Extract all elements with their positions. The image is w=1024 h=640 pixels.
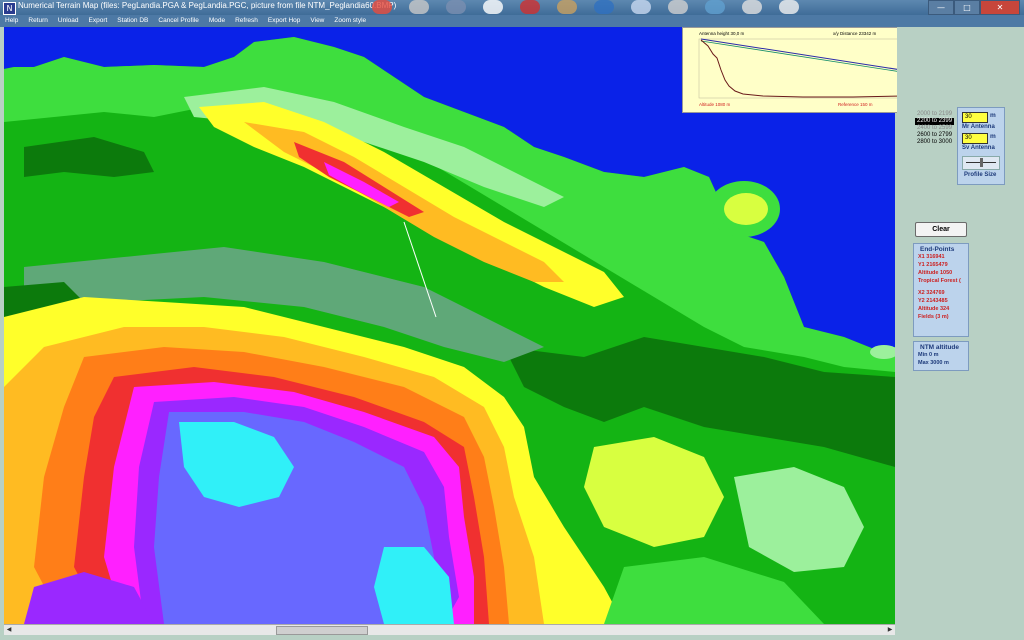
help-icon[interactable]: [779, 0, 799, 14]
maximize-button[interactable]: □: [954, 0, 980, 15]
menu-zoom-style[interactable]: Zoom style: [329, 15, 371, 27]
chrome-icon[interactable]: [372, 0, 392, 14]
x2-value: X2 324769: [918, 290, 945, 296]
altitude1-value: Altitude 1050: [918, 270, 953, 276]
side-panel: 2000 to 2199 2200 to 2399 2400 to 2599 2…: [897, 27, 1024, 640]
taskbar-icons: [372, 0, 799, 15]
slider-thumb[interactable]: [979, 158, 983, 167]
mail-icon[interactable]: [557, 0, 577, 14]
title-bar: N Numerical Terrain Map (files: PegLandi…: [0, 0, 1024, 15]
mr-antenna-unit: m: [990, 112, 996, 119]
end-points-box: End-Points X1 316941 Y1 2165479 Altitude…: [913, 243, 969, 337]
legend-row: 2800 to 3000: [917, 139, 953, 145]
ntm-min: Min 0 m: [918, 352, 939, 358]
landcover1-value: Tropical Forest (: [918, 278, 961, 284]
app-icon: N: [3, 2, 16, 15]
globe-icon[interactable]: [742, 0, 762, 14]
altitude-left-label: Altitude 1080 m: [699, 102, 731, 107]
browser-icon[interactable]: [483, 0, 503, 14]
mr-antenna-label: Mr Antenna: [962, 124, 995, 130]
terrain-map-canvas[interactable]: [4, 27, 895, 624]
x1-value: X1 316941: [918, 254, 945, 260]
menu-export[interactable]: Export: [84, 15, 113, 27]
menu-mode[interactable]: Mode: [204, 15, 230, 27]
ne-island-core: [724, 193, 768, 225]
altitude-legend: 2000 to 2199 2200 to 2399 2400 to 2599 2…: [915, 111, 955, 146]
menu-unload[interactable]: Unload: [53, 15, 84, 27]
ntm-max: Max 3000 m: [918, 360, 949, 366]
scroll-right-icon[interactable]: ▶: [885, 625, 895, 635]
antenna-box: 30 m Mr Antenna 30 m Sv Antenna Profile …: [957, 107, 1005, 185]
disk-icon[interactable]: [409, 0, 429, 14]
reference-label: Reference 150 m: [838, 102, 873, 107]
profile-size-slider[interactable]: [962, 156, 1000, 170]
window-controls: — □ ✕: [928, 0, 1020, 15]
photo-icon[interactable]: [705, 0, 725, 14]
y1-value: Y1 2165479: [918, 262, 948, 268]
settings-icon[interactable]: [668, 0, 688, 14]
profile-size-label: Profile Size: [964, 172, 997, 178]
legend-row: 2000 to 2199: [917, 111, 953, 117]
y2-value: Y2 2143485: [918, 298, 948, 304]
tools-icon[interactable]: [446, 0, 466, 14]
clear-button[interactable]: Clear: [915, 222, 967, 237]
scrollbar-thumb[interactable]: [276, 626, 368, 635]
sv-antenna-label: Sv Antenna: [962, 145, 995, 151]
opera-icon[interactable]: [520, 0, 540, 14]
horizontal-scrollbar[interactable]: ◀ ▶: [4, 624, 895, 635]
menu-station-db[interactable]: Station DB: [112, 15, 153, 27]
legend-row: 2600 to 2799: [917, 132, 953, 138]
minimize-button[interactable]: —: [928, 0, 954, 15]
legend-row: 2200 to 2399: [915, 118, 955, 125]
menu-bar: Help Return Unload Export Station DB Can…: [0, 15, 1024, 27]
window-title: Numerical Terrain Map (files: PegLandia.…: [18, 1, 397, 10]
ntm-altitude-box: NTM altitude Min 0 m Max 3000 m: [913, 341, 969, 371]
landcover2-value: Fields (3 m): [918, 314, 949, 320]
network-icon[interactable]: [631, 0, 651, 14]
close-button[interactable]: ✕: [980, 0, 1020, 15]
menu-help[interactable]: Help: [0, 15, 23, 27]
mr-antenna-input[interactable]: 30: [962, 112, 988, 123]
legend-row: 2400 to 2599: [917, 125, 953, 131]
ntm-title: NTM altitude: [920, 344, 959, 351]
menu-export-hop[interactable]: Export Hop: [263, 15, 306, 27]
altitude2-value: Altitude 324: [918, 306, 950, 312]
menu-return[interactable]: Return: [23, 15, 53, 27]
sv-antenna-unit: m: [990, 133, 996, 140]
menu-refresh[interactable]: Refresh: [230, 15, 263, 27]
menu-cancel-profile[interactable]: Cancel Profile: [153, 15, 203, 27]
sv-antenna-input[interactable]: 30: [962, 133, 988, 144]
antenna-left-label: Antenna height 30,0 m: [699, 31, 745, 36]
end-points-title: End-Points: [920, 246, 955, 253]
distance-label: x/y Distance 23342 m: [833, 31, 877, 36]
terrain-map[interactable]: [4, 27, 895, 624]
menu-view[interactable]: View: [305, 15, 329, 27]
scroll-left-icon[interactable]: ◀: [4, 625, 14, 635]
shield-icon[interactable]: [594, 0, 614, 14]
